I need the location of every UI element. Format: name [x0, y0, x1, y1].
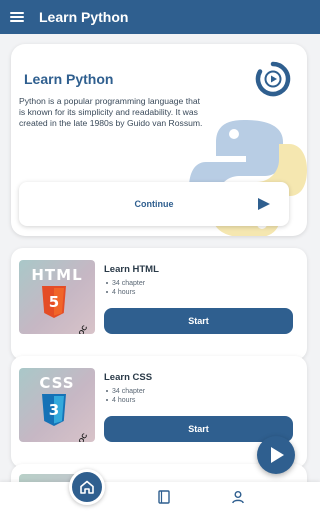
- course-thumbnail: HTML 5 EDOC: [19, 260, 95, 334]
- thumbnail-word: CSS: [39, 374, 75, 392]
- play-fab-button[interactable]: [257, 436, 295, 474]
- shield-number: 5: [49, 293, 59, 311]
- app-title: Learn Python: [39, 9, 129, 25]
- edoc-badge: EDOC: [73, 325, 89, 335]
- hero-card: Learn Python Python is a popular program…: [11, 44, 307, 236]
- book-icon[interactable]: [157, 490, 171, 504]
- course-card-html[interactable]: HTML 5 EDOC Learn HTML 34 chapter 4 hour…: [11, 248, 307, 360]
- play-icon: [271, 447, 284, 463]
- chapter-count: 34 chapter: [112, 280, 146, 287]
- course-meta: 34 chapter 4 hours: [106, 279, 145, 297]
- play-icon: [258, 198, 270, 210]
- play-logo-icon: [255, 61, 291, 97]
- hero-title: Learn Python: [24, 71, 114, 87]
- hero-description: Python is a popular programming language…: [19, 96, 203, 128]
- continue-button[interactable]: Continue: [19, 182, 289, 226]
- person-icon[interactable]: [231, 490, 245, 504]
- course-title: Learn HTML: [104, 264, 159, 275]
- app-bar: Learn Python: [0, 0, 320, 34]
- course-title: Learn CSS: [104, 372, 153, 383]
- home-icon: [80, 480, 94, 494]
- continue-label: Continue: [134, 199, 174, 209]
- start-button[interactable]: Start: [104, 308, 293, 334]
- thumbnail-word: HTML: [31, 266, 83, 284]
- nav-home-button[interactable]: [69, 469, 105, 505]
- course-duration: 4 hours: [112, 397, 136, 404]
- menu-icon[interactable]: [10, 12, 24, 22]
- course-thumbnail: CSS 3 EDOC: [19, 368, 95, 442]
- course-meta: 34 chapter 4 hours: [106, 387, 145, 405]
- shield-number: 3: [49, 401, 59, 419]
- chapter-count: 34 chapter: [112, 388, 146, 395]
- css3-shield-icon: 3: [42, 394, 66, 426]
- course-duration: 4 hours: [112, 289, 136, 296]
- edoc-badge: EDOC: [73, 433, 89, 443]
- html5-shield-icon: 5: [42, 286, 66, 318]
